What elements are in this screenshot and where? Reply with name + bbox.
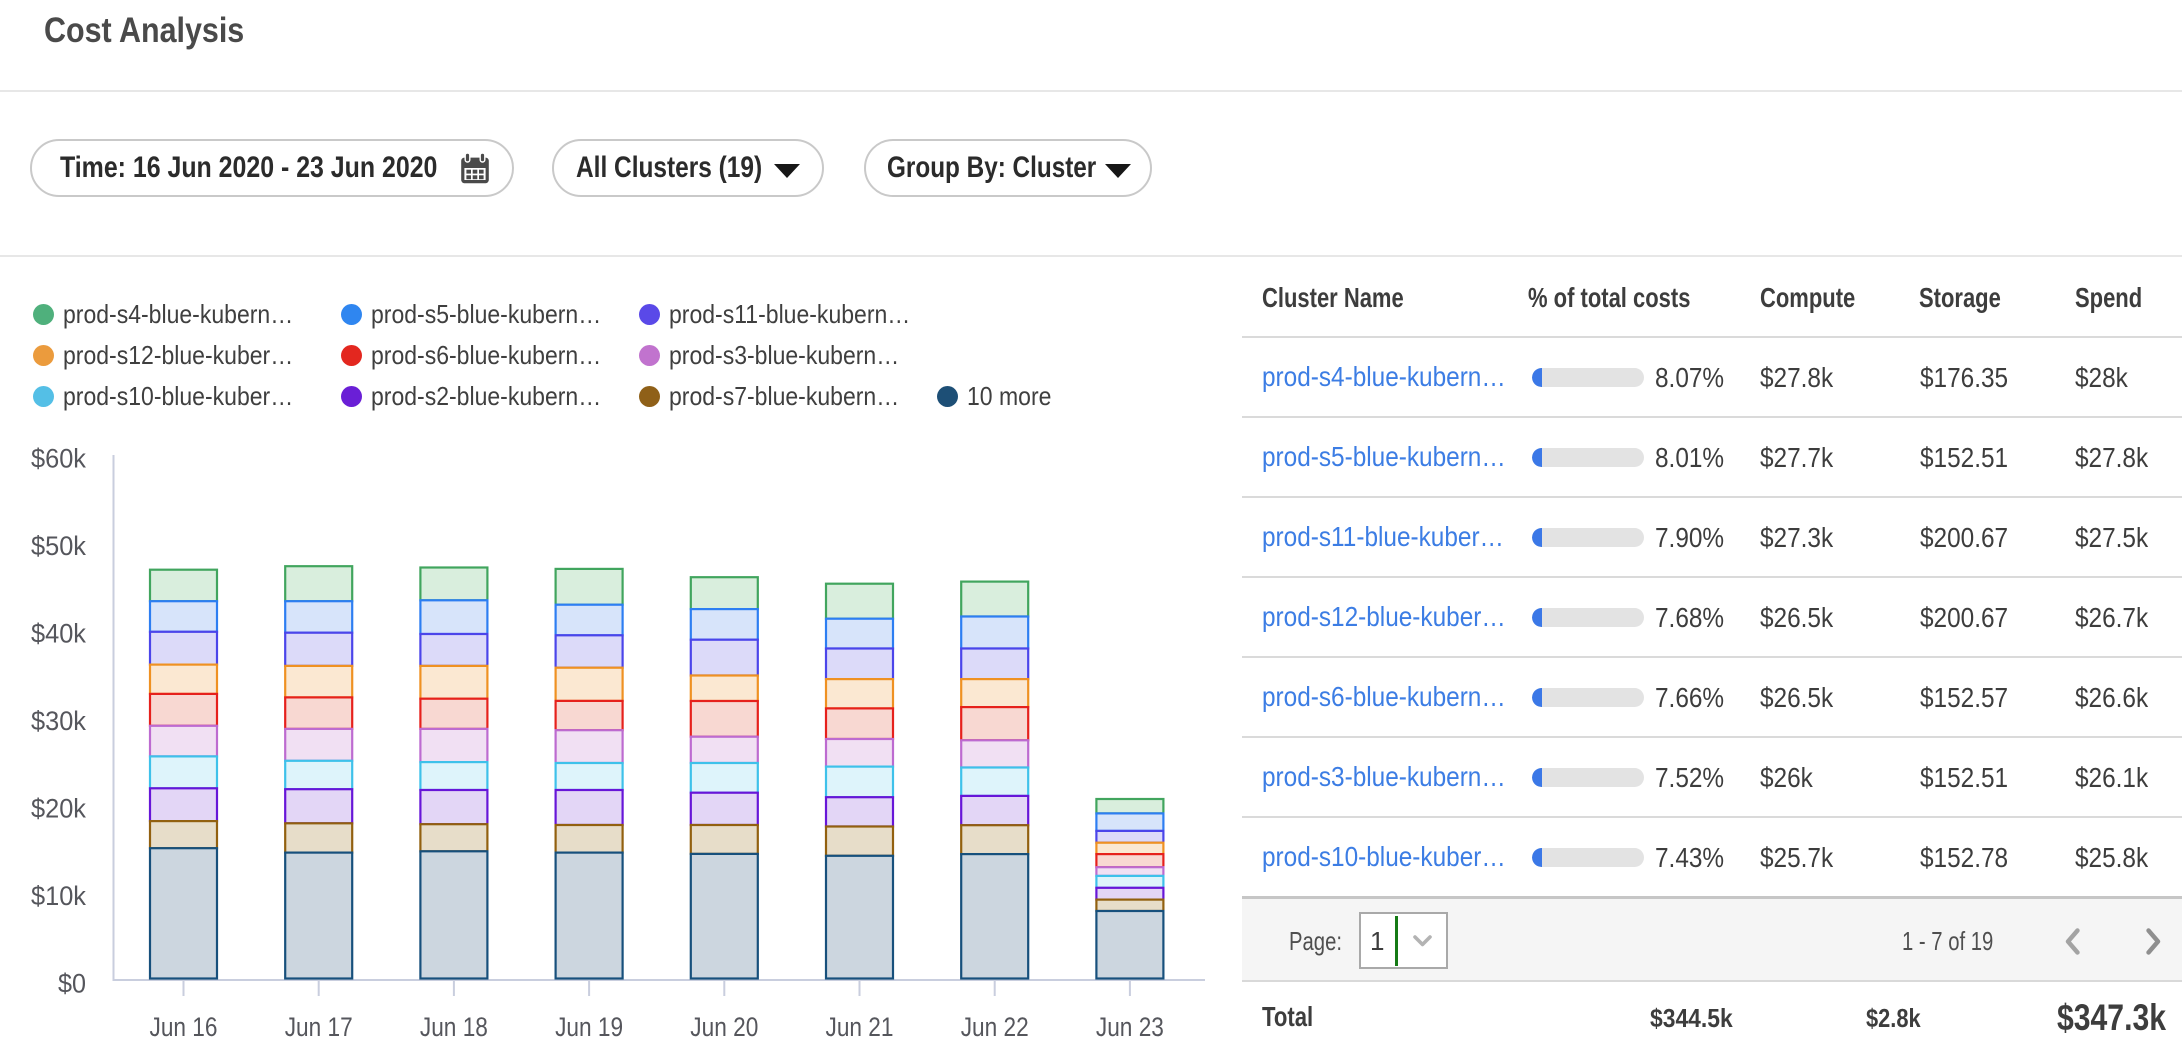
svg-text:$20k: $20k: [31, 794, 86, 824]
svg-text:$60k: $60k: [31, 444, 86, 474]
svg-text:Jun 22: Jun 22: [961, 1012, 1029, 1042]
svg-text:Jun 18: Jun 18: [420, 1012, 488, 1042]
svg-text:Jun 19: Jun 19: [555, 1012, 623, 1042]
svg-text:$40k: $40k: [31, 619, 86, 649]
svg-text:$0: $0: [58, 969, 86, 999]
svg-text:Jun 16: Jun 16: [150, 1012, 218, 1042]
svg-text:$10k: $10k: [31, 881, 86, 911]
svg-text:Jun 23: Jun 23: [1096, 1012, 1164, 1042]
svg-text:Jun 20: Jun 20: [690, 1012, 758, 1042]
svg-text:Jun 17: Jun 17: [285, 1012, 353, 1042]
svg-text:$30k: $30k: [31, 706, 86, 736]
svg-text:$50k: $50k: [31, 531, 86, 561]
svg-text:Jun 21: Jun 21: [826, 1012, 894, 1042]
